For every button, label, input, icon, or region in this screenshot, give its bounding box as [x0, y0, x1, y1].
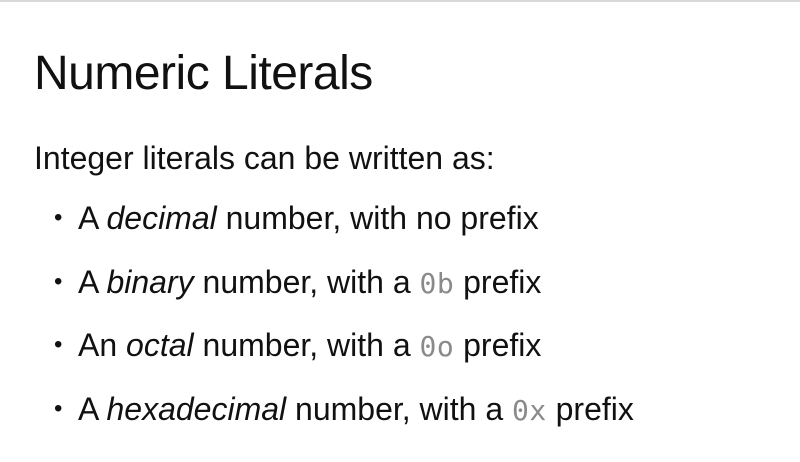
item-article: A [78, 200, 98, 236]
list-item-decimal: • A decimal number, with no prefix [54, 198, 634, 238]
item-code: 0b [419, 266, 455, 300]
item-term: binary [106, 263, 194, 300]
item-rest: number, with a [202, 263, 411, 300]
list-item-hexadecimal: • A hexadecimal number, with a 0x prefix [54, 389, 634, 429]
item-article: A [78, 390, 98, 427]
bullet-icon: • [54, 204, 63, 231]
item-code: 0x [512, 393, 547, 427]
item-suffix: prefix [555, 390, 634, 427]
bullet-icon: • [54, 267, 63, 295]
top-divider [0, 0, 800, 2]
bullet-icon: • [54, 394, 63, 422]
item-article: A [78, 263, 98, 300]
list-item-octal: • An octal number, with a 0o prefix [54, 325, 634, 365]
slide-title: Numeric Literals [34, 47, 373, 100]
intro-text: Integer literals can be written as: [34, 140, 495, 176]
item-code: 0o [419, 330, 455, 363]
item-rest: number, with a [202, 327, 411, 363]
literal-list: • A decimal number, with no prefix • A b… [54, 198, 634, 452]
item-suffix: prefix [463, 263, 542, 300]
item-article: An [78, 327, 118, 363]
bullet-icon: • [54, 331, 63, 358]
item-term: decimal [106, 200, 217, 236]
item-term: octal [126, 327, 194, 363]
item-rest: number, with a [295, 390, 504, 427]
list-item-binary: • A binary number, with a 0b prefix [54, 262, 634, 302]
item-rest: number, with no prefix [225, 200, 539, 236]
item-suffix: prefix [463, 327, 542, 363]
item-term: hexadecimal [106, 390, 287, 427]
